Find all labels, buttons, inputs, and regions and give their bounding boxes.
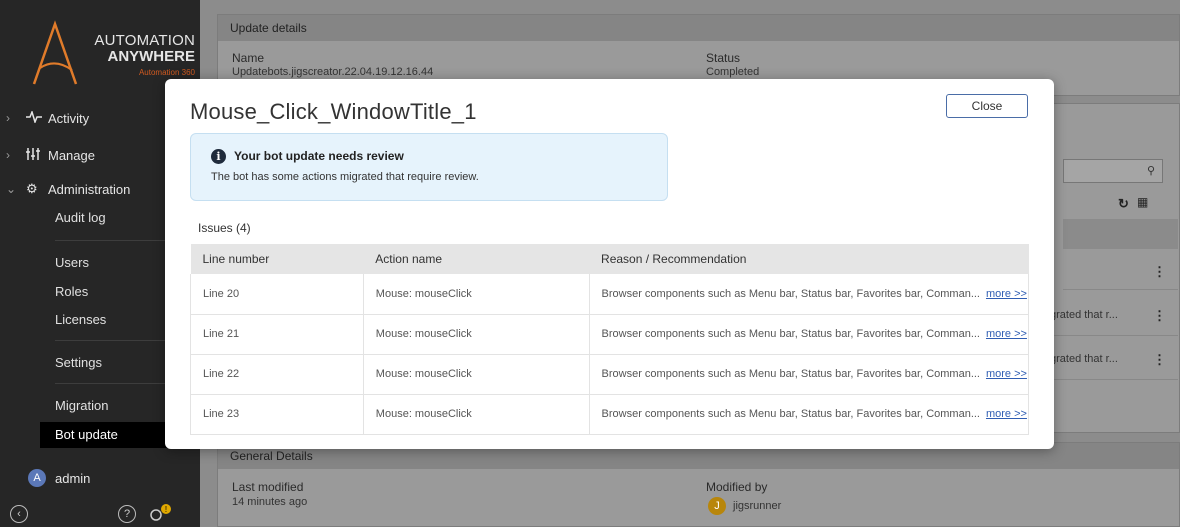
action-name-cell: Mouse: mouseClick <box>363 394 590 435</box>
sidebar-item-users[interactable]: Users <box>55 255 89 270</box>
table-row: ⋮ <box>1063 252 1178 290</box>
issues-table: Line number Action name Reason / Recomme… <box>190 244 1030 435</box>
column-header-line-number[interactable]: Line number <box>190 244 364 274</box>
table-row: grated that r... ⋮ <box>1050 340 1178 380</box>
panel-heading: Update details <box>218 15 1179 41</box>
review-alert: i Your bot update needs review The bot h… <box>190 133 668 201</box>
reason-cell: Browser components such as Menu bar, Sta… <box>589 394 1030 435</box>
sidebar-item-bot-update[interactable]: Bot update <box>55 427 118 442</box>
more-link[interactable]: more >> <box>986 328 1027 340</box>
sidebar-item-licenses[interactable]: Licenses <box>55 312 106 327</box>
logo-text-sub: Automation 360 <box>138 68 195 77</box>
column-header-action-name[interactable]: Action name <box>363 244 590 274</box>
sidebar-item-audit-log[interactable]: Audit log <box>55 210 106 225</box>
reason-cell: Browser components such as Menu bar, Sta… <box>589 354 1030 395</box>
nav-label: Manage <box>48 147 95 163</box>
more-link[interactable]: more >> <box>986 368 1027 380</box>
last-modified-value: 14 minutes ago <box>232 496 308 508</box>
reason-cell: grated that r... <box>1050 353 1118 365</box>
modified-by-label: Modified by <box>706 480 768 494</box>
table-row: Line 21 Mouse: mouseClick Browser compon… <box>190 314 1030 355</box>
line-number-cell: Line 23 <box>190 394 364 435</box>
reason-text: Browser components such as Menu bar, Sta… <box>601 408 980 420</box>
reason-text: Browser components such as Menu bar, Sta… <box>601 287 980 300</box>
row-menu-icon[interactable]: ⋮ <box>1153 352 1166 368</box>
reason-cell: Browser components such as Menu bar, Sta… <box>589 274 1030 315</box>
user-name: admin <box>55 470 91 486</box>
collapse-icon[interactable]: ‹ <box>10 505 28 523</box>
action-name-cell: Mouse: mouseClick <box>363 274 590 315</box>
alert-title: Your bot update needs review <box>234 149 404 163</box>
reason-cell: grated that r... <box>1050 309 1118 321</box>
action-name-cell: Mouse: mouseClick <box>363 354 590 395</box>
chevron-down-icon: ⌄ <box>6 182 17 196</box>
row-menu-icon[interactable]: ⋮ <box>1153 308 1166 324</box>
avatar: A <box>28 469 46 487</box>
column-settings-icon[interactable]: ▦ <box>1137 195 1148 209</box>
reason-text: Browser components such as Menu bar, Sta… <box>601 328 980 340</box>
table-row: grated that r... ⋮ <box>1050 296 1178 336</box>
notification-icon[interactable]: ! <box>148 502 174 524</box>
logo-text-main: ANYWHERE <box>107 48 195 65</box>
line-number-cell: Line 22 <box>190 354 364 395</box>
help-icon[interactable]: ? <box>118 505 136 523</box>
manage-icon <box>26 147 48 163</box>
reason-cell: Browser components such as Menu bar, Sta… <box>589 314 1030 355</box>
sidebar-item-settings[interactable]: Settings <box>55 355 102 370</box>
search-input[interactable]: ⚲ <box>1063 159 1163 183</box>
status-value: Completed <box>706 66 760 78</box>
sidebar-footer: ‹ ? ! <box>0 502 200 527</box>
alert-text: The bot has some actions migrated that r… <box>211 171 479 183</box>
avatar: J <box>708 497 726 515</box>
bot-update-review-dialog: Mouse_Click_WindowTitle_1 Close i Your b… <box>165 79 1054 449</box>
search-icon: ⚲ <box>1146 165 1155 177</box>
nav-label: Activity <box>48 110 90 126</box>
issues-count-label: Issues (4) <box>198 221 251 235</box>
table-row: Line 23 Mouse: mouseClick Browser compon… <box>190 394 1030 435</box>
name-label: Name <box>232 51 265 65</box>
row-menu-icon[interactable]: ⋮ <box>1153 264 1166 280</box>
dialog-title: Mouse_Click_WindowTitle_1 <box>190 99 477 124</box>
sidebar-item-roles[interactable]: Roles <box>55 284 88 299</box>
gear-icon: ⚙ <box>26 181 38 196</box>
table-row: Line 20 Mouse: mouseClick Browser compon… <box>190 274 1030 315</box>
action-name-cell: Mouse: mouseClick <box>363 314 590 355</box>
general-details-panel: General Details Last modified 14 minutes… <box>217 442 1180 527</box>
table-row: Line 22 Mouse: mouseClick Browser compon… <box>190 354 1030 395</box>
chevron-right-icon: › <box>6 111 10 125</box>
line-number-cell: Line 20 <box>190 274 364 315</box>
more-link[interactable]: more >> <box>986 288 1027 300</box>
reason-text: Browser components such as Menu bar, Sta… <box>601 368 980 380</box>
chevron-right-icon: › <box>6 148 10 162</box>
table-header-row: Line number Action name Reason / Recomme… <box>190 244 1029 274</box>
status-label: Status <box>706 51 741 65</box>
table-header-partial <box>1063 219 1178 249</box>
svg-text:!: ! <box>165 505 167 514</box>
close-button[interactable]: Close <box>946 94 1028 118</box>
more-link[interactable]: more >> <box>986 408 1027 420</box>
last-modified-label: Last modified <box>232 480 304 494</box>
modified-by-value: jigsrunner <box>733 500 782 512</box>
line-number-cell: Line 21 <box>190 314 364 355</box>
sidebar-item-migration[interactable]: Migration <box>55 398 108 413</box>
refresh-icon[interactable]: ↻ <box>1118 196 1129 212</box>
name-value: Updatebots.jigscreator.22.04.19.12.16.44 <box>232 66 434 78</box>
nav-label: Administration <box>48 181 131 197</box>
logo-text-top: AUTOMATION <box>94 32 195 49</box>
info-icon: i <box>211 149 226 164</box>
activity-icon <box>26 109 48 126</box>
user-menu[interactable]: A admin <box>0 464 200 492</box>
column-header-reason[interactable]: Reason / Recommendation <box>589 244 1029 274</box>
